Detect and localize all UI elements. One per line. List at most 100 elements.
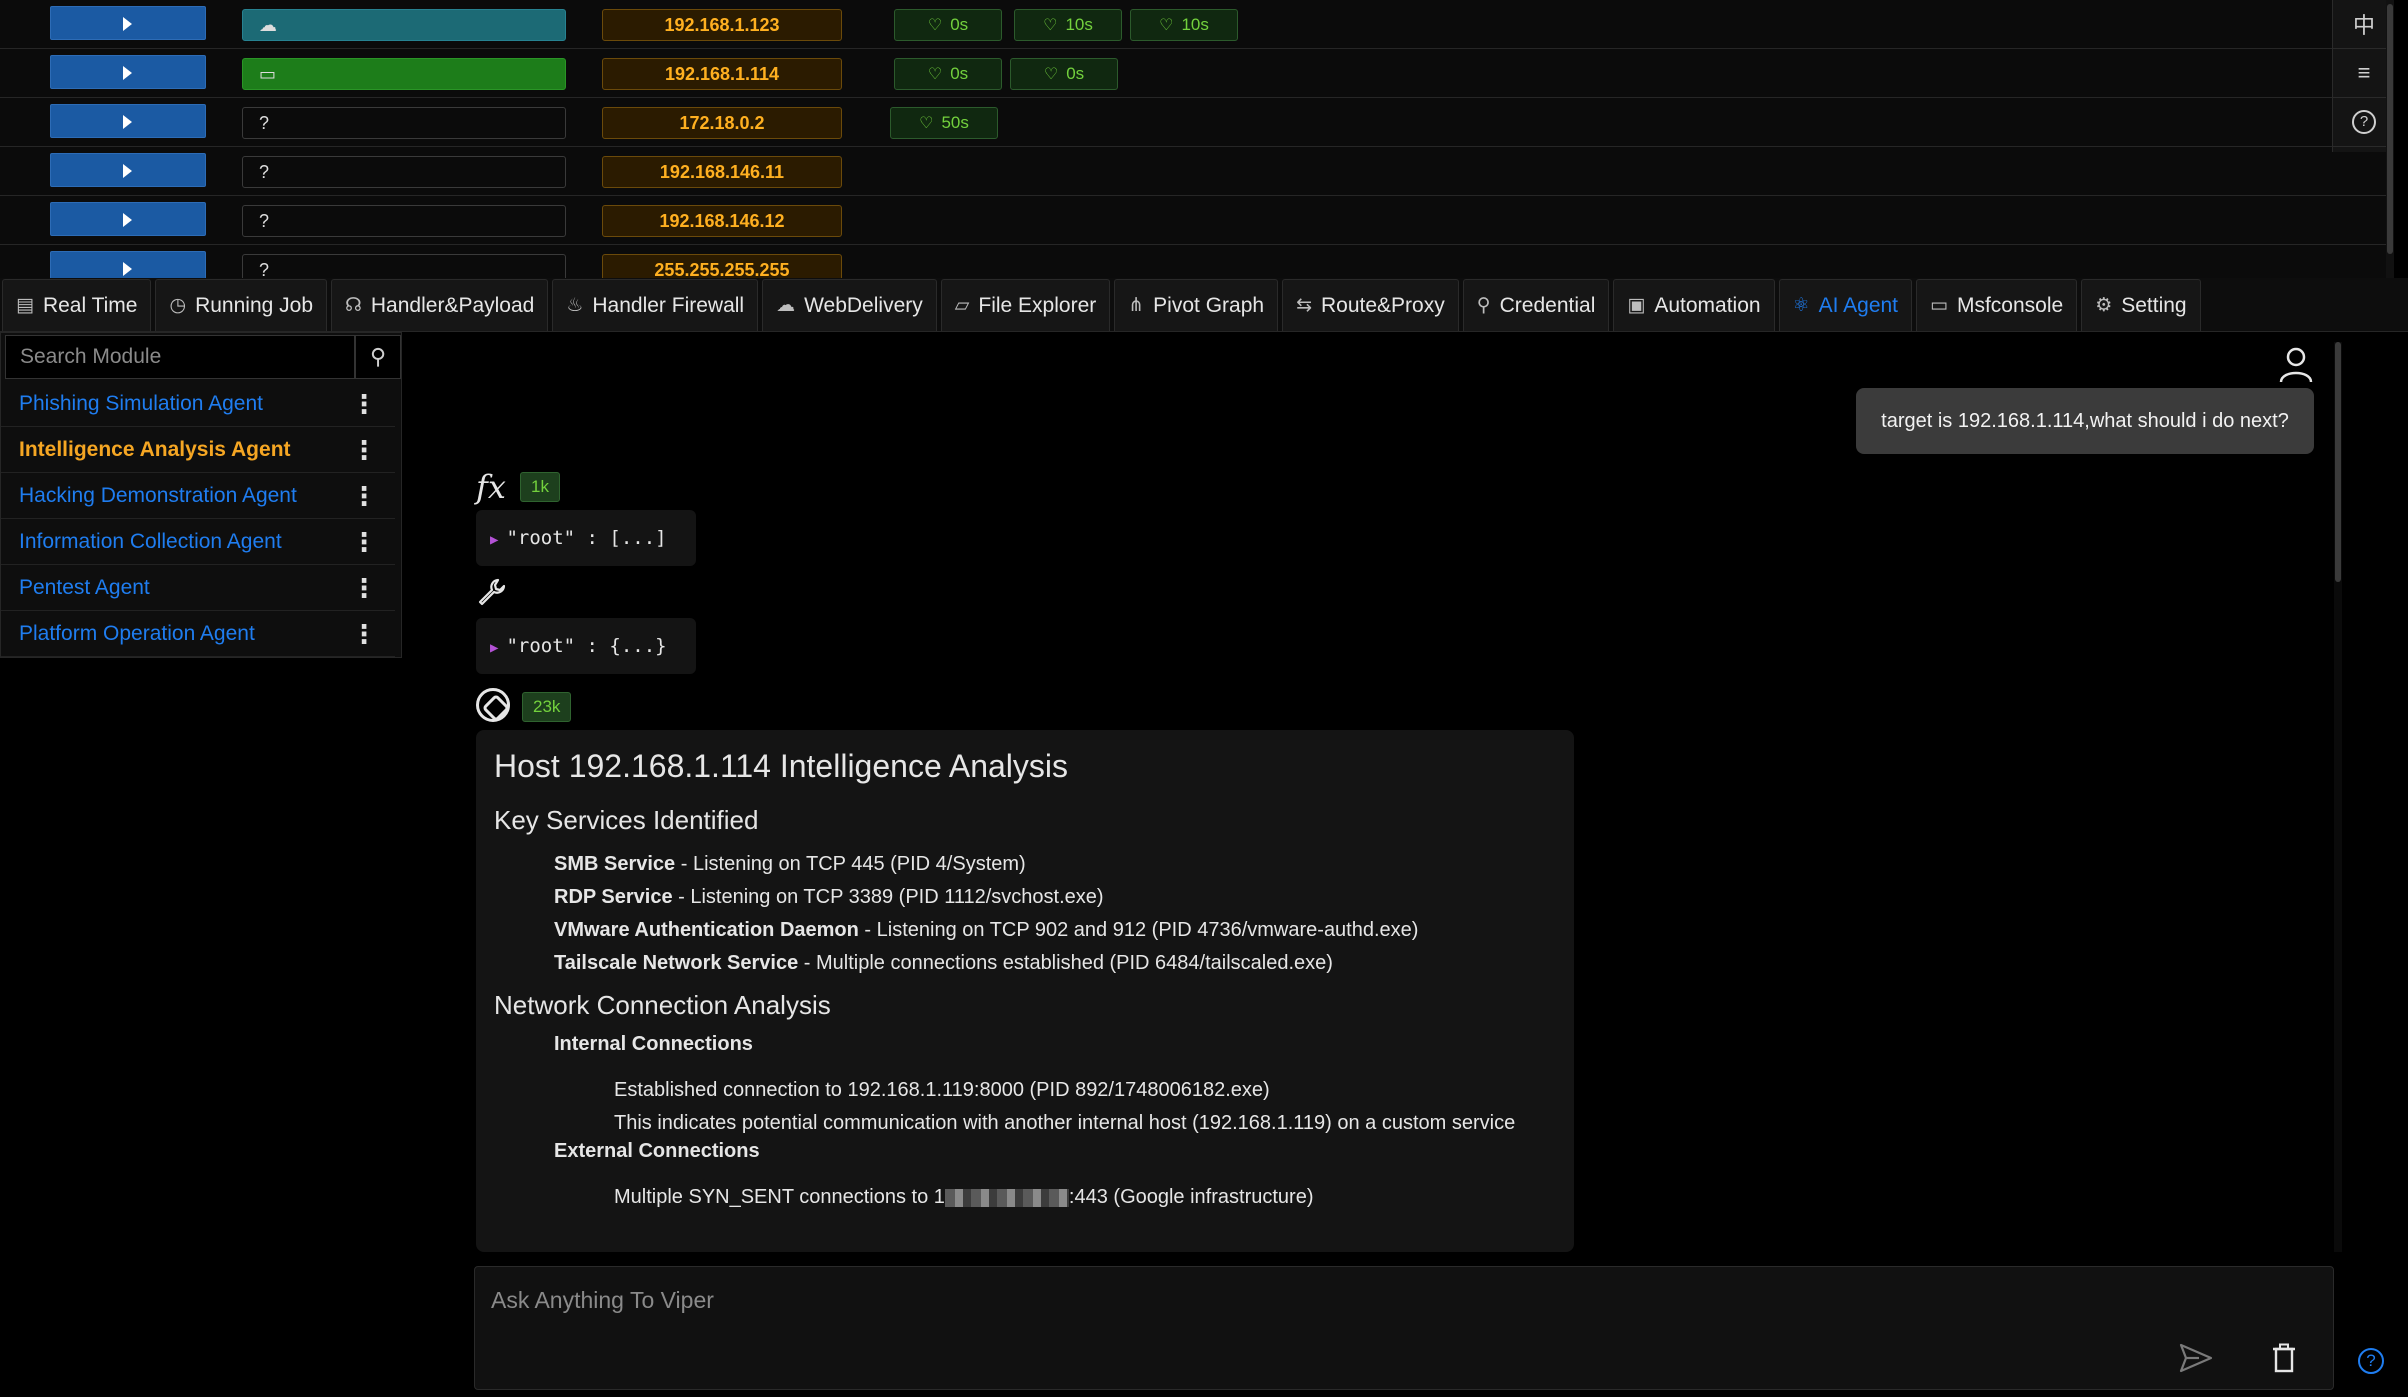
host-row[interactable]: ▭ 192.168.1.114 ♡ 0s ♡ 0s	[0, 49, 2394, 98]
host-ip[interactable]: 192.168.1.114	[602, 58, 842, 90]
host-ip[interactable]: 172.18.0.2	[602, 107, 842, 139]
agent-item-pentest[interactable]: Pentest Agent ⋮	[1, 565, 395, 611]
more-vertical-icon[interactable]: ⋮	[351, 565, 377, 611]
folder-icon: ▱	[954, 295, 970, 316]
tab-real-time[interactable]: ▤ Real Time	[2, 279, 152, 331]
language-toggle-button[interactable]: 中	[2333, 0, 2394, 49]
scrollbar-thumb[interactable]	[2335, 342, 2341, 582]
atom-icon: ⚛	[1792, 295, 1810, 316]
host-row[interactable]: ? 255.255.255.255	[0, 245, 2394, 278]
tab-file-explorer[interactable]: ▱ File Explorer	[940, 279, 1111, 331]
agent-item-platform-operation[interactable]: Platform Operation Agent ⋮	[1, 611, 395, 657]
os-cell: ?	[242, 254, 566, 278]
host-table-scrollbar[interactable]	[2386, 0, 2394, 278]
search-icon[interactable]: ⚲	[355, 335, 401, 379]
tool-result-json[interactable]: ▶ "root" : {...}	[476, 618, 696, 674]
tab-credential[interactable]: ⚲ Credential	[1462, 279, 1610, 331]
tool-call-json[interactable]: ▶ "root" : [...]	[476, 510, 696, 566]
tab-handler-payload[interactable]: ☊ Handler&Payload	[331, 279, 549, 331]
agent-item-intelligence-analysis[interactable]: Intelligence Analysis Agent ⋮	[1, 427, 395, 473]
expand-row-button[interactable]	[50, 104, 206, 138]
host-row[interactable]: ? 192.168.146.12	[0, 196, 2394, 245]
heart-icon: ♡	[919, 115, 934, 132]
connection-item: This indicates potential communication w…	[614, 1112, 1516, 1134]
delete-icon[interactable]	[2271, 1343, 2307, 1379]
os-cell: ?	[242, 107, 566, 139]
more-vertical-icon[interactable]: ⋮	[351, 519, 377, 565]
heartbeat-badge: ♡ 0s	[894, 9, 1002, 41]
heartbeat-badge: ♡ 10s	[1014, 9, 1122, 41]
service-item: Tailscale Network Service - Multiple con…	[554, 952, 1333, 974]
tab-pivot-graph[interactable]: ⋔ Pivot Graph	[1114, 279, 1279, 331]
tab-msfconsole[interactable]: ▭ Msfconsole	[1916, 279, 2078, 331]
more-vertical-icon[interactable]: ⋮	[351, 473, 377, 519]
expand-caret-icon[interactable]: ▶	[490, 640, 498, 656]
list-icon[interactable]: ≡	[2333, 49, 2394, 98]
host-row[interactable]: ☁ 192.168.1.123 ♡ 0s ♡ 10s ♡ 10s	[0, 0, 2394, 49]
expand-row-button[interactable]	[50, 6, 206, 40]
expand-caret-icon[interactable]: ▶	[490, 532, 498, 548]
expand-row-button[interactable]	[50, 251, 206, 278]
heartbeat-badge: ♡ 50s	[890, 107, 998, 139]
host-row[interactable]: ? 192.168.146.11	[0, 147, 2394, 196]
host-table: ☁ 192.168.1.123 ♡ 0s ♡ 10s ♡ 10s ▭ 192.168.…	[0, 0, 2394, 278]
user-message: target is 192.168.1.114,what should i do…	[1856, 388, 2314, 454]
connection-item: Multiple SYN_SENT connections to 1:443 (…	[614, 1186, 1314, 1208]
answer-title: Host 192.168.1.114 Intelligence Analysis	[494, 748, 1069, 784]
heartbeat-badge: ♡ 0s	[894, 58, 1002, 90]
dashboard-icon: ▤	[16, 295, 34, 316]
user-avatar-icon	[2276, 344, 2318, 386]
route-icon: ⇆	[1296, 295, 1312, 316]
host-ip[interactable]: 255.255.255.255	[602, 254, 842, 278]
more-vertical-icon[interactable]: ⋮	[351, 381, 377, 427]
host-ip[interactable]: 192.168.146.12	[602, 205, 842, 237]
chat-panel: target is 192.168.1.114,what should i do…	[402, 332, 2342, 1262]
search-module-input[interactable]: Search Module	[5, 335, 355, 379]
subsection-heading: Internal Connections	[554, 1033, 753, 1055]
send-icon[interactable]	[2179, 1343, 2219, 1379]
chat-input[interactable]: Ask Anything To Viper	[474, 1266, 2334, 1390]
host-row[interactable]: ? 172.18.0.2 ♡ 50s	[0, 98, 2394, 147]
expand-row-button[interactable]	[50, 55, 206, 89]
unknown-os-icon: ?	[259, 113, 270, 133]
tab-setting[interactable]: ⚙ Setting	[2081, 279, 2201, 331]
chat-scrollbar[interactable]	[2334, 342, 2342, 1252]
scrollbar-thumb[interactable]	[2387, 4, 2393, 254]
section-heading: Network Connection Analysis	[494, 990, 831, 1020]
expand-row-button[interactable]	[50, 202, 206, 236]
tab-route-proxy[interactable]: ⇆ Route&Proxy	[1282, 279, 1459, 331]
service-item: SMB Service - Listening on TCP 445 (PID …	[554, 853, 1026, 875]
agent-item-information-collection[interactable]: Information Collection Agent ⋮	[1, 519, 395, 565]
host-ip[interactable]: 192.168.1.123	[602, 9, 842, 41]
headset-icon: ☊	[345, 295, 362, 316]
more-vertical-icon[interactable]: ⋮	[351, 427, 377, 473]
os-cell: ▭	[242, 58, 566, 90]
unknown-os-icon: ?	[259, 162, 270, 182]
robot-icon: ▣	[1627, 295, 1646, 316]
token-count-badge: 23k	[522, 692, 572, 722]
os-cell: ?	[242, 205, 566, 237]
function-icon: fx	[476, 468, 506, 506]
wrench-icon	[476, 576, 508, 616]
more-vertical-icon[interactable]: ⋮	[351, 611, 377, 657]
graph-icon: ⋔	[1128, 295, 1145, 316]
expand-row-button[interactable]	[50, 153, 206, 187]
os-cell: ?	[242, 156, 566, 188]
host-ip[interactable]: 192.168.146.11	[602, 156, 842, 188]
laptop-icon: ▭	[259, 64, 277, 84]
help-icon[interactable]: ?	[2333, 98, 2394, 147]
cloud-upload-icon: ☁	[776, 295, 796, 316]
heart-icon: ♡	[927, 17, 943, 34]
cloud-icon: ☁	[259, 15, 277, 35]
right-toolbar: 中 ≡ ?	[2332, 0, 2394, 152]
agent-item-phishing-simulation[interactable]: Phishing Simulation Agent ⋮	[1, 381, 395, 427]
tab-ai-agent[interactable]: ⚛ AI Agent	[1778, 279, 1913, 331]
tab-webdelivery[interactable]: ☁ WebDelivery	[762, 279, 937, 331]
tab-automation[interactable]: ▣ Automation	[1613, 279, 1775, 331]
agent-item-hacking-demonstration[interactable]: Hacking Demonstration Agent ⋮	[1, 473, 395, 519]
redacted-block	[944, 1188, 1069, 1207]
help-icon[interactable]: ?	[2358, 1348, 2384, 1374]
service-item: VMware Authentication Daemon - Listening…	[554, 919, 1419, 941]
tab-handler-firewall[interactable]: ♨ Handler Firewall	[552, 279, 759, 331]
tab-running-job[interactable]: ◷ Running Job	[155, 279, 327, 331]
